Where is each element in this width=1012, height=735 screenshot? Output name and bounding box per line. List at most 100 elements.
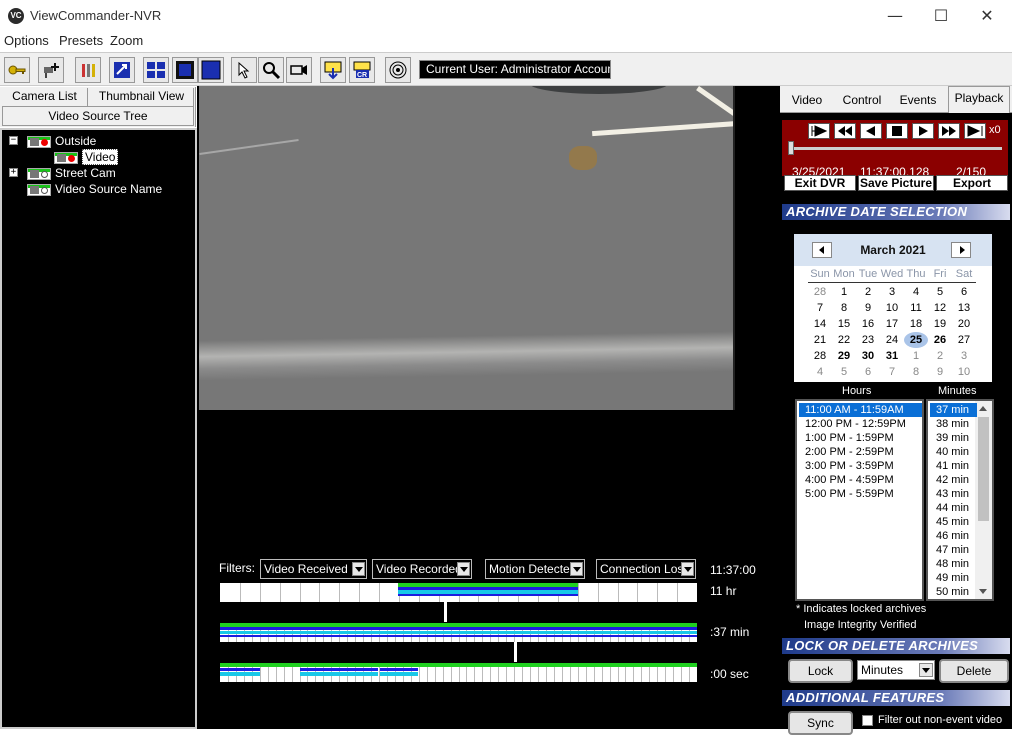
calendar-day[interactable]: 8 (832, 300, 856, 316)
fast-forward-icon[interactable] (938, 123, 960, 139)
calendar-day[interactable]: 5 (832, 364, 856, 380)
calendar-day[interactable]: 18 (904, 316, 928, 332)
filter-motion-detected[interactable]: Motion Detected (485, 559, 585, 579)
calendar-day[interactable]: 26 (928, 332, 952, 348)
calendar-day[interactable]: 9 (928, 364, 952, 380)
cr-icon[interactable]: CR (349, 57, 375, 83)
minute-item[interactable]: 51 min (930, 599, 977, 613)
next-month-icon[interactable] (951, 242, 971, 258)
hour-item[interactable]: 4:00 PM - 4:59PM (799, 473, 922, 487)
hour-item[interactable]: 3:00 PM - 3:59PM (799, 459, 922, 473)
calendar-day[interactable]: 1 (832, 284, 856, 300)
calendar-day[interactable]: 1 (904, 348, 928, 364)
calendar-day[interactable]: 23 (856, 332, 880, 348)
grid-layout-icon[interactable] (143, 57, 169, 83)
calendar-day[interactable]: 12 (928, 300, 952, 316)
calendar-day[interactable]: 29 (832, 348, 856, 364)
calendar-day[interactable]: 10 (952, 364, 976, 380)
playback-slider[interactable] (788, 141, 1002, 155)
calendar-day[interactable]: 5 (928, 284, 952, 300)
hour-item[interactable]: 1:00 PM - 1:59PM (799, 431, 922, 445)
tab-playback[interactable]: Playback (948, 86, 1010, 113)
calendar-day[interactable]: 2 (856, 284, 880, 300)
calendar-day[interactable]: 31 (880, 348, 904, 364)
fullscreen-icon[interactable] (198, 57, 224, 83)
scroll-down-icon[interactable] (975, 583, 992, 599)
calendar-day[interactable]: 7 (880, 364, 904, 380)
sequence-icon[interactable] (109, 57, 135, 83)
scroll-up-icon[interactable] (975, 401, 992, 417)
minute-item[interactable]: 43 min (930, 487, 977, 501)
minute-item[interactable]: 39 min (930, 431, 977, 445)
calendar-day[interactable]: 10 (880, 300, 904, 316)
timeline-position-marker[interactable] (514, 642, 517, 662)
sync-button[interactable]: Sync (788, 711, 853, 735)
hour-item[interactable]: 2:00 PM - 2:59PM (799, 445, 922, 459)
tree-node-video[interactable]: Video (54, 149, 119, 165)
skip-to-end-icon[interactable] (964, 123, 986, 139)
hours-list[interactable]: 11:00 AM - 11:59AM 12:00 PM - 12:59PM 1:00… (795, 399, 924, 601)
calendar-day[interactable]: 30 (856, 348, 880, 364)
calendar-day[interactable]: 3 (880, 284, 904, 300)
step-back-icon[interactable] (860, 123, 882, 139)
minutes-scrollbar[interactable] (975, 401, 992, 599)
expand-street-cam-icon[interactable]: + (9, 168, 18, 177)
tab-thumbnail-view[interactable]: Thumbnail View (90, 88, 194, 106)
settings-tools-icon[interactable] (75, 57, 101, 83)
minute-item[interactable]: 49 min (930, 571, 977, 585)
maximize-button[interactable]: ☐ (918, 0, 964, 32)
minute-item[interactable]: 45 min (930, 515, 977, 529)
minute-item[interactable]: 37 min (930, 403, 977, 417)
add-camera-icon[interactable] (38, 57, 64, 83)
lock-button[interactable]: Lock (788, 659, 853, 683)
menu-options[interactable]: Options (4, 33, 49, 48)
hour-item[interactable]: 12:00 PM - 12:59PM (799, 417, 922, 431)
minute-item[interactable]: 41 min (930, 459, 977, 473)
collapse-outside-icon[interactable]: − (9, 136, 18, 145)
scrollbar-thumb[interactable] (978, 417, 989, 521)
minute-item[interactable]: 38 min (930, 417, 977, 431)
rewind-icon[interactable] (834, 123, 856, 139)
exit-dvr-button[interactable]: Exit DVR (784, 175, 856, 191)
calendar-day[interactable]: 8 (904, 364, 928, 380)
tree-node-video-source-name[interactable]: Video Source Name (27, 182, 162, 196)
download-icon[interactable] (320, 57, 346, 83)
calendar-day[interactable]: 25 (904, 332, 928, 348)
calendar-day[interactable]: 24 (880, 332, 904, 348)
minute-item[interactable]: 46 min (930, 529, 977, 543)
single-view-icon[interactable] (172, 57, 198, 83)
export-button[interactable]: Export (936, 175, 1008, 191)
time-unit-select[interactable]: Minutes (857, 660, 935, 680)
calendar-day[interactable]: 11 (904, 300, 928, 316)
slider-thumb[interactable] (788, 141, 794, 155)
pointer-icon[interactable] (231, 57, 257, 83)
calendar-day[interactable]: 4 (808, 364, 832, 380)
skip-to-start-icon[interactable] (808, 123, 830, 139)
filter-non-event-checkbox[interactable] (862, 715, 873, 726)
filter-video-recorded[interactable]: Video Recorded (372, 559, 472, 579)
menu-presets[interactable]: Presets (59, 33, 103, 48)
play-icon[interactable] (912, 123, 934, 139)
tab-control[interactable]: Control (838, 89, 886, 111)
minutes-list[interactable]: 37 min 38 min 39 min 40 min 41 min 42 min 43 m… (926, 399, 994, 612)
calendar-day[interactable]: 22 (832, 332, 856, 348)
hour-item[interactable]: 5:00 PM - 5:59PM (799, 487, 922, 501)
filter-connection-loss[interactable]: Connection Loss (596, 559, 696, 579)
calendar-day[interactable]: 28 (808, 284, 832, 300)
camera-feed[interactable] (199, 86, 735, 410)
calendar-day[interactable]: 15 (832, 316, 856, 332)
calendar-day[interactable]: 3 (952, 348, 976, 364)
close-button[interactable]: ✕ (964, 0, 1010, 32)
tab-video-source-tree[interactable]: Video Source Tree (2, 106, 194, 126)
menu-zoom[interactable]: Zoom (110, 33, 143, 48)
minimize-button[interactable]: — (872, 0, 918, 32)
calendar-day[interactable]: 13 (952, 300, 976, 316)
tree-node-outside[interactable]: Outside (27, 134, 96, 148)
calendar-day[interactable]: 21 (808, 332, 832, 348)
calendar-day[interactable]: 28 (808, 348, 832, 364)
timeline-minutes[interactable] (220, 623, 697, 642)
calendar-day[interactable]: 6 (856, 364, 880, 380)
calendar-day[interactable]: 17 (880, 316, 904, 332)
minute-item[interactable]: 44 min (930, 501, 977, 515)
timeline-position-marker[interactable] (444, 602, 447, 622)
